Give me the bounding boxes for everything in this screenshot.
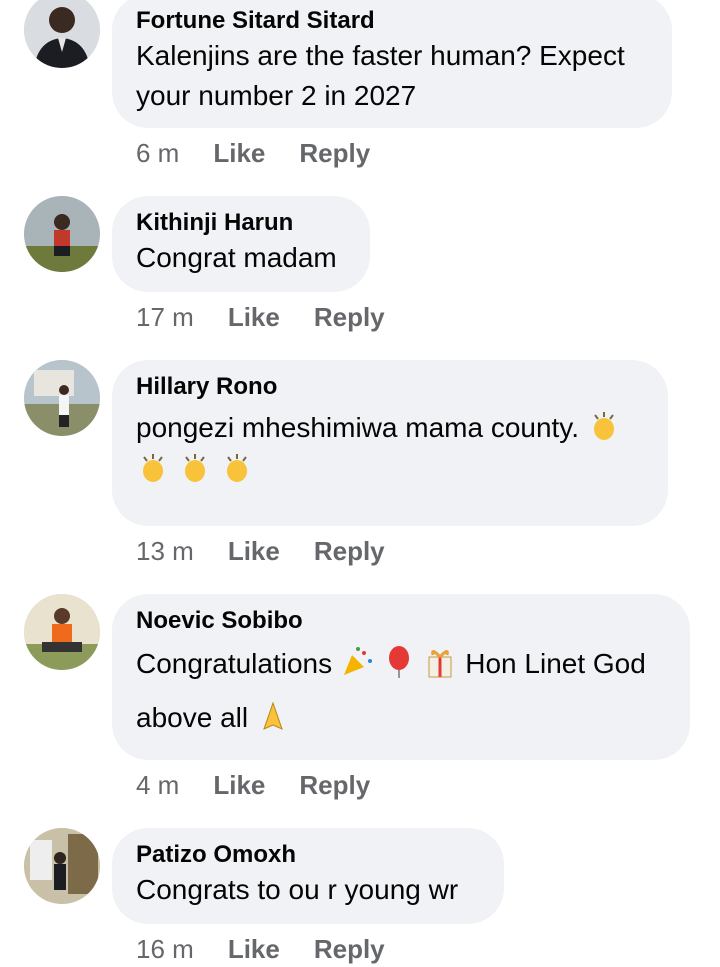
profile-photo-icon [24, 828, 100, 904]
comment-text-line: Congratulations Hon Linet God [136, 644, 666, 684]
comment-text: Congratulations [136, 648, 333, 679]
comment-timestamp: 13 m [136, 536, 194, 566]
wrapped-gift-icon [428, 650, 452, 678]
avatar[interactable] [24, 594, 100, 670]
comment-author[interactable]: Noevic Sobibo [136, 606, 666, 636]
comment-text-line: Congrats to ou r young wr [136, 874, 459, 905]
clapping-hands-icon [226, 454, 247, 482]
like-button[interactable]: Like [228, 934, 280, 965]
comment-actions: 4 m Like Reply [136, 770, 370, 801]
party-popper-icon [343, 647, 372, 675]
avatar[interactable] [24, 0, 100, 68]
comment-text-line: pongezi mheshimiwa mama county. [136, 408, 644, 448]
comment-actions: 16 m Like Reply [136, 934, 385, 965]
folded-hands-icon [263, 701, 283, 730]
comment-text: pongezi mheshimiwa mama county. [136, 412, 580, 443]
comment-text-line: above all [136, 698, 666, 738]
comment-bubble: Hillary Rono pongezi mheshimiwa mama cou… [112, 360, 668, 526]
comment-timestamp: 6 m [136, 138, 180, 168]
comment-text-line: Congrat madam [136, 242, 337, 273]
reply-button[interactable]: Reply [299, 770, 370, 801]
comment-text: above all [136, 702, 249, 733]
reply-button[interactable]: Reply [299, 138, 370, 169]
clapping-hands-icon [143, 454, 163, 482]
profile-photo-icon [24, 196, 100, 272]
comment-text: Hon Linet God [465, 648, 646, 679]
comment-text-line: Kalenjins are the faster human? Expect [136, 40, 625, 71]
comment-timestamp: 17 m [136, 302, 194, 332]
balloon-icon [388, 646, 409, 678]
comment-text-line: your number 2 in 2027 [136, 80, 417, 111]
comment-bubble: Fortune Sitard Sitard Kalenjins are the … [112, 0, 672, 128]
profile-photo-icon [24, 594, 100, 670]
avatar[interactable] [24, 828, 100, 904]
comment-timestamp: 16 m [136, 934, 194, 964]
avatar[interactable] [24, 360, 100, 436]
reply-button[interactable]: Reply [314, 934, 385, 965]
comment-author[interactable]: Patizo Omoxh [136, 840, 480, 870]
reply-button[interactable]: Reply [314, 302, 385, 333]
profile-photo-icon [24, 0, 100, 68]
comment-author[interactable]: Fortune Sitard Sitard [136, 6, 648, 36]
comment-timestamp: 4 m [136, 770, 180, 800]
reply-button[interactable]: Reply [314, 536, 385, 567]
like-button[interactable]: Like [228, 302, 280, 333]
comment-actions: 6 m Like Reply [136, 138, 370, 169]
clapping-hands-icon [184, 454, 205, 482]
clapping-hands-icon [593, 412, 614, 440]
comment-emoji-line [136, 450, 644, 490]
like-button[interactable]: Like [228, 536, 280, 567]
comment-actions: 17 m Like Reply [136, 302, 385, 333]
comment-author[interactable]: Hillary Rono [136, 372, 644, 402]
profile-photo-icon [24, 360, 100, 436]
like-button[interactable]: Like [213, 770, 265, 801]
comment-author[interactable]: Kithinji Harun [136, 208, 346, 238]
comment-bubble: Noevic Sobibo Congratulations Hon Linet … [112, 594, 690, 760]
avatar[interactable] [24, 196, 100, 272]
like-button[interactable]: Like [213, 138, 265, 169]
comment-bubble: Patizo Omoxh Congrats to ou r young wr [112, 828, 504, 924]
comment-actions: 13 m Like Reply [136, 536, 385, 567]
comment-bubble: Kithinji Harun Congrat madam [112, 196, 370, 292]
